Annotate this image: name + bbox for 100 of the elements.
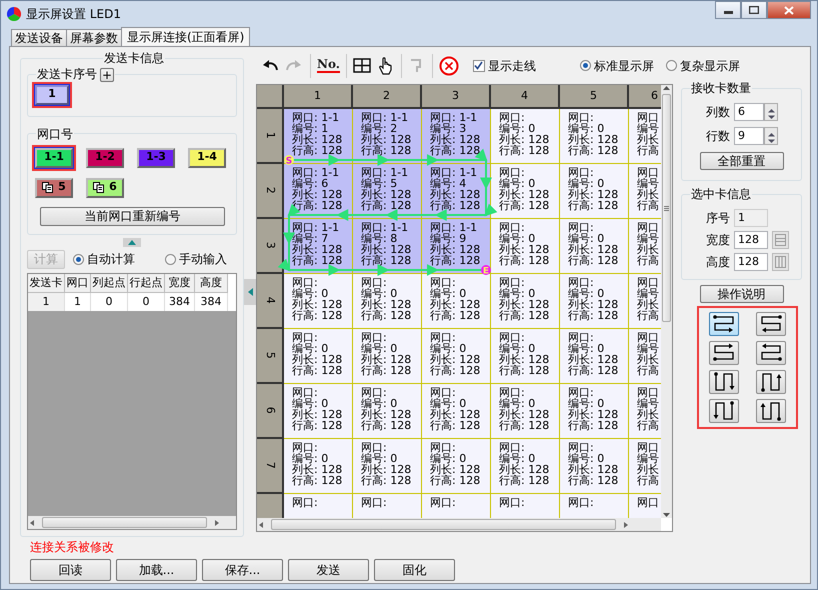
action-button[interactable]: 固化 <box>374 559 455 581</box>
snake-route-icon <box>713 401 735 421</box>
column-header: 4 <box>491 85 560 109</box>
action-button[interactable]: 回读 <box>30 559 111 581</box>
port-button[interactable]: 1-2 <box>86 148 124 168</box>
grid-cell[interactable]: 网口: 1-1 编号: 4 列长: 128 行高: 128 <box>422 164 491 219</box>
grid-cell[interactable]: 网口: 编号: 0 列长: 128 行高: 128 <box>560 439 629 494</box>
instructions-button[interactable]: 操作说明 <box>700 285 784 303</box>
grid-cell[interactable]: 网口: 编号: 0 列长: 128 行高: 128 <box>560 219 629 274</box>
spin-button[interactable] <box>764 103 778 121</box>
port-button[interactable]: 1-4 <box>188 148 226 168</box>
grid-cell[interactable]: 网口 编号 列长 行高 <box>629 109 661 164</box>
action-button[interactable]: 加载... <box>116 559 197 581</box>
grid-cell[interactable]: 网口: 编号: 0 列长: 128 行高: 128 <box>560 274 629 329</box>
grid-cell[interactable]: 网口 编号 列长 行高 <box>629 274 661 329</box>
grid-tool[interactable] <box>352 56 371 74</box>
number-field[interactable]: 128 <box>734 231 768 249</box>
grid-cell[interactable]: 网口 编号 列长 行高 <box>629 164 661 219</box>
reset-all-button[interactable]: 全部重置 <box>700 152 784 170</box>
field-label: 行数 <box>706 128 730 145</box>
grid-cell[interactable]: 网口: 编号: 0 列长: 128 行高: 128 <box>491 274 560 329</box>
wiring-mode-button[interactable] <box>756 312 786 336</box>
number-tool[interactable]: No. <box>317 58 340 73</box>
left-triangle-icon <box>248 288 252 296</box>
grid-cell[interactable]: 网口: 编号: 0 列长: 128 行高: 128 <box>560 109 629 164</box>
row-header: 3 <box>257 219 284 274</box>
wiring-mode-button[interactable] <box>756 370 786 394</box>
port-button[interactable]: 1-1 <box>35 148 73 168</box>
grid-cell[interactable]: 网口: 编号: 0 列长: 128 行高: 128 <box>491 164 560 219</box>
grid-cell[interactable]: 网口: 编号: 0 列长: 128 行高: 128 <box>491 109 560 164</box>
spin-button[interactable] <box>764 127 778 145</box>
grid-cell[interactable]: 网口: 1-1 编号: 2 列长: 128 行高: 128 <box>353 109 422 164</box>
grid-cell[interactable]: 网口: <box>353 494 422 518</box>
renumber-button[interactable]: 当前网口重新编号 <box>40 206 225 226</box>
collapse-side-button[interactable] <box>244 279 256 305</box>
wiring-mode-button[interactable] <box>709 341 739 365</box>
wiring-mode-button[interactable] <box>709 312 739 336</box>
row-header: 4 <box>257 274 284 329</box>
wiring-mode-button[interactable] <box>756 399 786 423</box>
port-button[interactable]: 6 <box>86 178 124 198</box>
grid-cell[interactable]: 网口: 编号: 0 列长: 128 行高: 128 <box>284 384 353 439</box>
grid-cell[interactable]: 网口 编号 列长 行高 <box>629 329 661 384</box>
radio-option[interactable]: 手动输入 <box>165 250 227 268</box>
action-button[interactable]: 保存... <box>202 559 283 581</box>
grid-cell[interactable]: 网口: 1-1 编号: 5 列长: 128 行高: 128 <box>353 164 422 219</box>
number-field[interactable]: 6 <box>734 103 764 121</box>
show-route-checkbox[interactable]: 显示走线 <box>472 56 536 74</box>
radio-option[interactable]: 自动计算 <box>73 250 135 268</box>
wiring-mode-button[interactable] <box>709 370 739 394</box>
vertical-scrollbar[interactable] <box>661 85 672 518</box>
collapse-button[interactable] <box>123 238 141 247</box>
close-button[interactable] <box>767 1 811 19</box>
horizontal-scrollbar[interactable] <box>257 518 661 531</box>
radio-option[interactable]: 标准显示屏 <box>580 56 654 74</box>
clear-tool[interactable] <box>438 56 459 76</box>
horizontal-scrollbar[interactable] <box>28 516 236 529</box>
grid-cell[interactable]: 网口 编号 列长 行高 <box>629 219 661 274</box>
grid-cell[interactable]: 网口: 编号: 0 列长: 128 行高: 128 <box>284 439 353 494</box>
grid-cell[interactable]: 网口: 编号: 0 列长: 128 行高: 128 <box>422 384 491 439</box>
port-button[interactable]: 5 <box>35 178 73 198</box>
grid-cell[interactable]: 网口: <box>491 494 560 518</box>
number-field[interactable]: 1 <box>734 209 768 227</box>
add-button[interactable]: + <box>100 68 114 82</box>
grid-cell[interactable]: 网口: 编号: 0 列长: 128 行高: 128 <box>353 274 422 329</box>
grid-cell[interactable]: 网口: <box>284 494 353 518</box>
minimize-button[interactable] <box>715 1 741 19</box>
grid-cell[interactable]: 网口: 编号: 0 列长: 128 行高: 128 <box>284 329 353 384</box>
grid-cell[interactable]: 网口: 编号: 0 列长: 128 行高: 128 <box>560 329 629 384</box>
grid-cell[interactable]: 网口: 编号: 0 列长: 128 行高: 128 <box>422 439 491 494</box>
grid-cell[interactable]: 网口 编号 列长 行高 <box>629 384 661 439</box>
grid-cell[interactable]: 网口: <box>560 494 629 518</box>
wiring-mode-button[interactable] <box>709 399 739 423</box>
tab[interactable]: 显示屏连接(正面看屏) <box>121 27 250 46</box>
grid-cell[interactable]: 网口: 编号: 0 列长: 128 行高: 128 <box>560 384 629 439</box>
grid-cell[interactable]: 网口: 1-1 编号: 3 列长: 128 行高: 128 <box>422 109 491 164</box>
grid-cell[interactable]: 网口: 编号: 0 列长: 128 行高: 128 <box>422 329 491 384</box>
grid-cell[interactable]: 网口: 编号: 0 列长: 128 行高: 128 <box>422 274 491 329</box>
action-button[interactable]: 发送 <box>288 559 369 581</box>
grid-cell[interactable]: 网口: 编号: 0 列长: 128 行高: 128 <box>284 274 353 329</box>
grid-cell[interactable]: 网口: 编号: 0 列长: 128 行高: 128 <box>491 329 560 384</box>
card-button[interactable]: 1 <box>35 84 69 105</box>
number-field[interactable]: 128 <box>734 253 768 271</box>
tab[interactable]: 发送设备 <box>11 29 67 46</box>
number-field[interactable]: 9 <box>734 127 764 145</box>
wiring-mode-button[interactable] <box>756 341 786 365</box>
maximize-button[interactable] <box>741 1 767 19</box>
grid-cell[interactable]: 网口: 编号: 0 列长: 128 行高: 128 <box>353 329 422 384</box>
grid-cell[interactable]: 网口: 编号: 0 列长: 128 行高: 128 <box>353 439 422 494</box>
grid-cell[interactable]: 网口: <box>422 494 491 518</box>
grid-cell[interactable]: 网口: 编号: 0 列长: 128 行高: 128 <box>491 219 560 274</box>
grid-cell[interactable]: 网口: 编号: 0 列长: 128 行高: 128 <box>560 164 629 219</box>
grid-cell[interactable]: 网口: 1-1 编号: 7 列长: 128 行高: 128 <box>284 219 353 274</box>
grid-cell[interactable]: 网口: 1-1 编号: 8 列长: 128 行高: 128 <box>353 219 422 274</box>
grid-cell[interactable]: 网口 <box>629 494 661 518</box>
tab[interactable]: 屏幕参数 <box>66 29 122 46</box>
grid-cell[interactable]: 网口: 编号: 0 列长: 128 行高: 128 <box>491 384 560 439</box>
radio-option[interactable]: 复杂显示屏 <box>666 56 740 74</box>
grid-cell[interactable]: 网口: 编号: 0 列长: 128 行高: 128 <box>353 384 422 439</box>
grid-cell[interactable]: 网口: 编号: 0 列长: 128 行高: 128 <box>491 439 560 494</box>
grid-cell[interactable]: 网口 编号 列长 行高 <box>629 439 661 494</box>
